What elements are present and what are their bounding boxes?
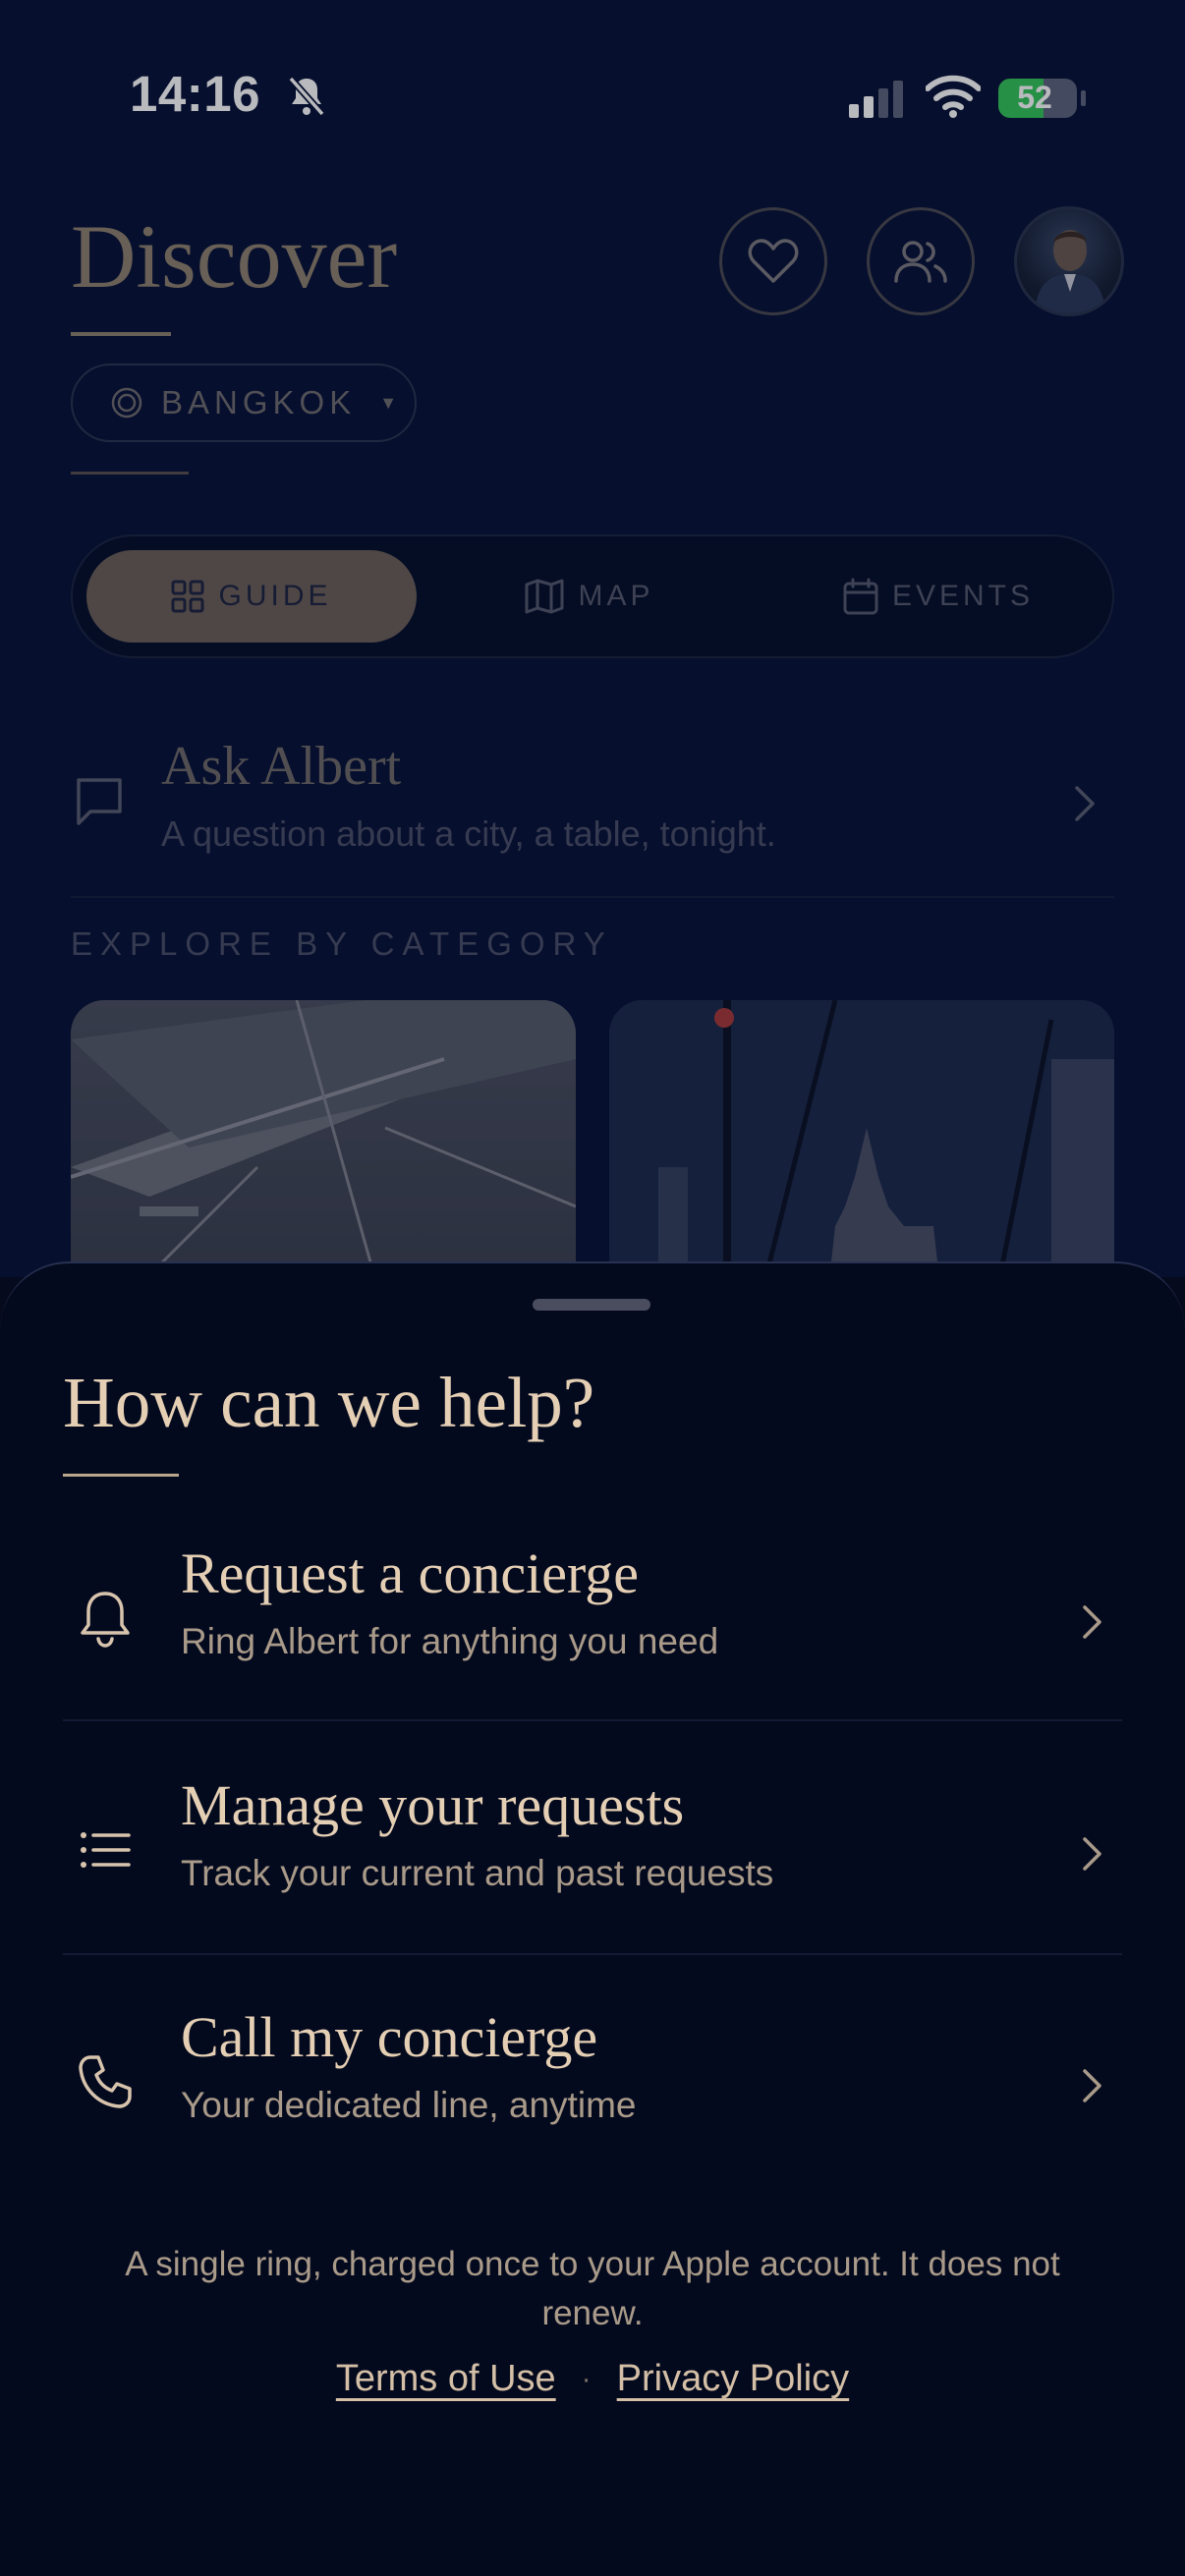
request-concierge-row[interactable]: Request a concierge Ring Albert for anyt…: [63, 1513, 1122, 1745]
manage-requests-subtitle: Track your current and past requests: [181, 1853, 774, 1893]
manage-requests-title: Manage your requests: [181, 1773, 685, 1837]
chevron-right-icon: [1075, 2061, 1108, 2110]
call-concierge-subtitle: Your dedicated line, anytime: [181, 2085, 637, 2125]
manage-requests-row[interactable]: Manage your requests Track your current …: [63, 1745, 1122, 1977]
phone-icon: [69, 2045, 141, 2118]
link-separator: ·: [581, 2362, 592, 2395]
chevron-right-icon: [1075, 1829, 1108, 1878]
sheet-title: How can we help?: [63, 1363, 595, 1442]
divider: [63, 1719, 1122, 1721]
screen-dim-overlay[interactable]: [0, 0, 1185, 1277]
billing-footnote: A single ring, charged once to your Appl…: [125, 2245, 1060, 2332]
sheet-grabber[interactable]: [533, 1299, 650, 1311]
sheet-title-underline: [63, 1474, 179, 1477]
list-icon: [69, 1814, 141, 1886]
chevron-right-icon: [1075, 1597, 1108, 1647]
request-concierge-subtitle: Ring Albert for anything you need: [181, 1621, 719, 1661]
privacy-policy-link[interactable]: Privacy Policy: [617, 2358, 850, 2400]
bell-icon: [69, 1582, 141, 1654]
call-concierge-title: Call my concierge: [181, 2005, 598, 2069]
call-concierge-row[interactable]: Call my concierge Your dedicated line, a…: [63, 1977, 1122, 2209]
request-concierge-title: Request a concierge: [181, 1541, 639, 1605]
terms-of-use-link[interactable]: Terms of Use: [336, 2358, 556, 2400]
divider: [63, 1953, 1122, 1955]
legal-links: Terms of Use · Privacy Policy: [0, 2358, 1185, 2400]
